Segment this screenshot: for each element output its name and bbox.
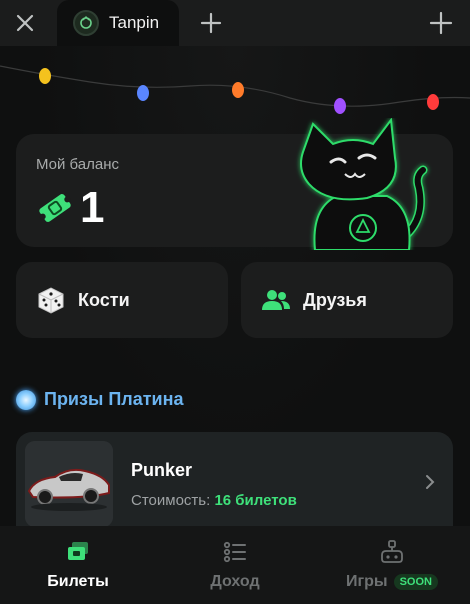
nav-label-games: Игры [345, 573, 388, 590]
collapse-icon [429, 11, 453, 35]
prizes-section-header: Призы Платина [16, 389, 183, 410]
avatar [73, 10, 99, 36]
nav-label-tickets: Билеты [47, 573, 109, 590]
prize-car-image [25, 441, 113, 527]
income-list-icon [223, 541, 246, 563]
platinum-dot-icon [16, 389, 36, 410]
nav-item-games[interactable]: Игры SOON [314, 526, 470, 604]
garland-lights [0, 65, 470, 114]
prize-cost-label: Стоимость: [131, 492, 211, 509]
bottom-navigation: Билеты Доход Игры SOON [0, 526, 470, 604]
cat-mascot-illustration [300, 118, 428, 250]
balance-card: Мой баланс 1 [16, 118, 453, 250]
soon-badge: SOON [393, 574, 438, 590]
friends-label: Друзья [303, 289, 367, 310]
dice-button[interactable]: Кости [16, 262, 228, 338]
friends-icon [261, 285, 291, 315]
dice-icon [36, 285, 66, 315]
nav-label-income: Доход [210, 573, 260, 590]
balance-label: Мой баланс [36, 156, 120, 173]
prize-card[interactable]: Punker Стоимость: 16 билетов [16, 432, 453, 528]
balance-value: 1 [80, 183, 105, 232]
new-tab-button[interactable] [194, 6, 228, 40]
prize-name: Punker [131, 460, 193, 480]
nav-item-tickets[interactable]: Билеты [0, 526, 156, 604]
nav-item-income[interactable]: Доход [157, 526, 313, 604]
close-button[interactable] [8, 6, 42, 40]
prize-cost-value: 16 билетов [214, 492, 297, 509]
main-content: Мой баланс 1 Кости Друзья Призы Платина … [0, 46, 470, 528]
gamepad-icon [381, 540, 403, 563]
prize-cost: Стоимость: 16 билетов [131, 492, 297, 509]
ticket-icon [39, 194, 71, 222]
tab-title: Tanpin [109, 13, 160, 32]
chevron-right-icon [426, 475, 435, 489]
friends-button[interactable]: Друзья [241, 262, 453, 338]
tab-tanpin[interactable]: Tanpin [57, 0, 179, 46]
browser-tab-bar: Tanpin [0, 0, 470, 46]
plus-icon [200, 12, 222, 34]
nav-label-row-games: Игры SOON [346, 573, 438, 591]
collapse-button[interactable] [424, 6, 458, 40]
section-title: Призы Платина [44, 389, 184, 409]
close-icon [16, 14, 34, 32]
balance-row: 1 [36, 186, 104, 230]
tickets-icon [68, 542, 88, 560]
dice-label: Кости [78, 289, 130, 310]
